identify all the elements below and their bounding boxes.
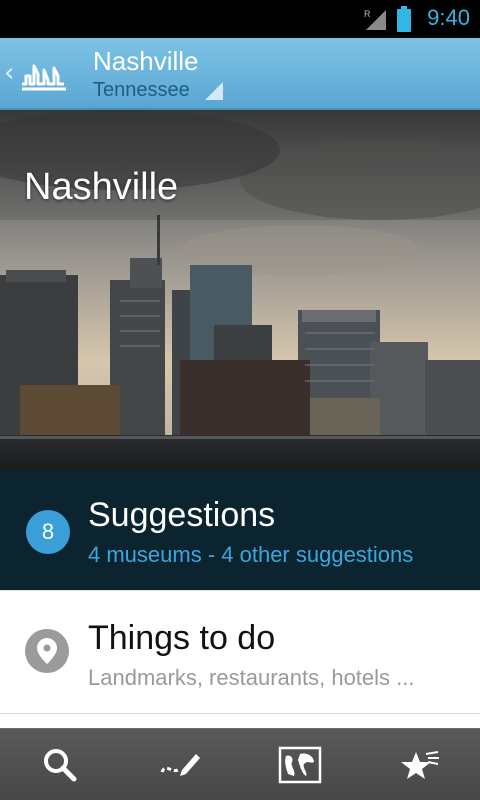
action-bar: ‹ Nashville Tennessee bbox=[0, 38, 480, 110]
search-icon bbox=[44, 749, 77, 782]
suggestions-row[interactable]: 8 Suggestions 4 museums - 4 other sugges… bbox=[0, 470, 480, 590]
location-spinner[interactable]: Nashville Tennessee bbox=[88, 38, 238, 110]
up-caret-icon: ‹ bbox=[4, 58, 15, 88]
favorites-icon bbox=[401, 751, 439, 779]
status-clock: 9:40 bbox=[427, 5, 470, 30]
suggestions-count-badge: 8 bbox=[26, 510, 70, 554]
signal-icon: R bbox=[364, 9, 386, 30]
roaming-indicator: R bbox=[364, 9, 371, 19]
hero-city-title: Nashville bbox=[24, 166, 179, 208]
home-up-button[interactable]: ‹ bbox=[0, 38, 80, 110]
bottom-navigation-bar bbox=[0, 728, 480, 800]
location-subtitle: Tennessee bbox=[93, 79, 190, 101]
edit-icon bbox=[160, 754, 200, 776]
spinner-triangle-icon bbox=[205, 82, 223, 100]
battery-icon bbox=[397, 6, 411, 32]
edit-button[interactable] bbox=[120, 729, 240, 800]
map-icon bbox=[278, 746, 322, 784]
map-pin-icon bbox=[25, 629, 69, 673]
map-button[interactable] bbox=[240, 729, 360, 800]
suggestions-title: Suggestions bbox=[88, 496, 276, 534]
skyline-photo bbox=[0, 110, 480, 470]
things-to-do-title: Things to do bbox=[88, 619, 276, 657]
status-bar: R 9:40 bbox=[0, 0, 480, 38]
location-title: Nashville bbox=[93, 46, 199, 76]
favorites-button[interactable] bbox=[360, 729, 480, 800]
app-logo-icon bbox=[22, 64, 66, 91]
things-to-do-subtitle: Landmarks, restaurants, hotels ... bbox=[88, 665, 415, 690]
search-button[interactable] bbox=[0, 729, 120, 800]
suggestions-subtitle: 4 museums - 4 other suggestions bbox=[88, 542, 414, 567]
things-to-do-row[interactable]: Things to do Landmarks, restaurants, hot… bbox=[0, 590, 480, 714]
city-hero-image: Nashville bbox=[0, 110, 480, 470]
